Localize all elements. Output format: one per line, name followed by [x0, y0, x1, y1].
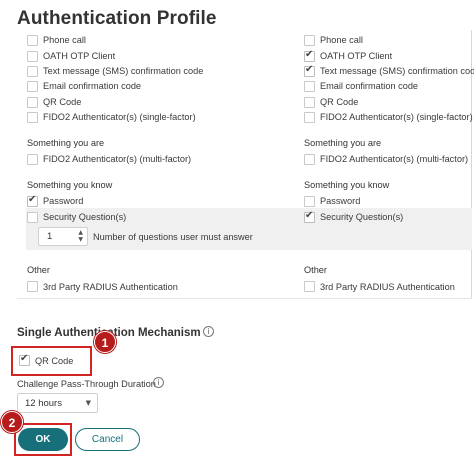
page-title: Authentication Profile: [17, 8, 217, 29]
left-qr-code-checkbox[interactable]: [27, 97, 38, 108]
right-radius-checkbox[interactable]: [304, 281, 315, 292]
section-divider: [17, 298, 472, 299]
left-oath-otp-label: OATH OTP Client: [43, 51, 116, 61]
duration-label: Challenge Pass-Through Duration: [17, 379, 156, 389]
questions-count-value: 1: [47, 231, 53, 242]
left-email-label: Email confirmation code: [43, 81, 142, 91]
left-fido2-single-checkbox[interactable]: [27, 112, 38, 123]
stepper-arrows-icon[interactable]: ▲ ▼: [78, 229, 83, 243]
left-password-checkbox[interactable]: [27, 194, 38, 207]
right-qr-code-checkbox[interactable]: [304, 97, 315, 108]
right-other-heading: Other: [304, 265, 327, 275]
right-fido2-single-checkbox[interactable]: [304, 112, 315, 123]
right-phone-call-checkbox[interactable]: [304, 35, 315, 46]
right-security-questions-checkbox[interactable]: [304, 210, 315, 223]
right-phone-call-label: Phone call: [320, 35, 363, 45]
left-qr-code-label: QR Code: [43, 97, 82, 107]
right-something-you-are-heading: Something you are: [304, 138, 382, 148]
chevron-down-icon: ▼: [85, 399, 91, 407]
left-other-heading: Other: [27, 265, 50, 275]
left-fido2-multi-checkbox[interactable]: [27, 154, 38, 165]
right-password-checkbox[interactable]: [304, 196, 315, 207]
right-radius-label: 3rd Party RADIUS Authentication: [320, 282, 455, 292]
right-email-label: Email confirmation code: [320, 81, 419, 91]
left-sms-label: Text message (SMS) confirmation code: [43, 66, 204, 76]
right-email-checkbox[interactable]: [304, 81, 315, 92]
right-sms-label: Text message (SMS) confirmation code: [320, 66, 474, 76]
left-radius-checkbox[interactable]: [27, 281, 38, 292]
right-oath-otp-label: OATH OTP Client: [320, 51, 393, 61]
left-something-you-know-heading: Something you know: [27, 180, 113, 190]
right-password-label: Password: [320, 196, 361, 206]
left-sms-checkbox[interactable]: [27, 66, 38, 77]
left-email-checkbox[interactable]: [27, 81, 38, 92]
duration-value: 12 hours: [25, 398, 62, 409]
duration-select[interactable]: 12 hours ▼: [17, 393, 98, 413]
right-fido2-multi-label: FIDO2 Authenticator(s) (multi-factor): [320, 154, 469, 164]
duration-info-icon[interactable]: i: [153, 377, 164, 388]
left-phone-call-label: Phone call: [43, 35, 86, 45]
cancel-button[interactable]: Cancel: [75, 428, 140, 451]
info-icon[interactable]: i: [203, 326, 214, 337]
single-qr-code-label: QR Code: [35, 356, 74, 366]
questions-count-label: Number of questions user must answer: [93, 232, 253, 242]
left-password-label: Password: [43, 196, 84, 206]
questions-count-stepper[interactable]: 1 ▲ ▼: [38, 227, 88, 246]
left-oath-otp-checkbox[interactable]: [27, 51, 38, 62]
right-oath-otp-checkbox[interactable]: [304, 49, 315, 62]
single-qr-code-checkbox[interactable]: [19, 353, 30, 366]
left-radius-label: 3rd Party RADIUS Authentication: [43, 282, 178, 292]
step-badge-2: 2: [1, 411, 23, 433]
left-security-questions-label: Security Question(s): [43, 212, 127, 222]
right-fido2-multi-checkbox[interactable]: [304, 154, 315, 165]
step-badge-1: 1: [94, 331, 116, 353]
right-sms-checkbox[interactable]: [304, 64, 315, 77]
left-security-questions-checkbox[interactable]: [27, 212, 38, 223]
left-something-you-are-heading: Something you are: [27, 138, 105, 148]
left-fido2-single-label: FIDO2 Authenticator(s) (single-factor): [43, 112, 196, 122]
right-security-questions-label: Security Question(s): [320, 212, 404, 222]
right-fido2-single-label: FIDO2 Authenticator(s) (single-factor): [320, 112, 473, 122]
right-qr-code-label: QR Code: [320, 97, 359, 107]
right-something-you-know-heading: Something you know: [304, 180, 390, 190]
left-fido2-multi-label: FIDO2 Authenticator(s) (multi-factor): [43, 154, 192, 164]
left-phone-call-checkbox[interactable]: [27, 35, 38, 46]
ok-button[interactable]: OK: [18, 428, 68, 451]
